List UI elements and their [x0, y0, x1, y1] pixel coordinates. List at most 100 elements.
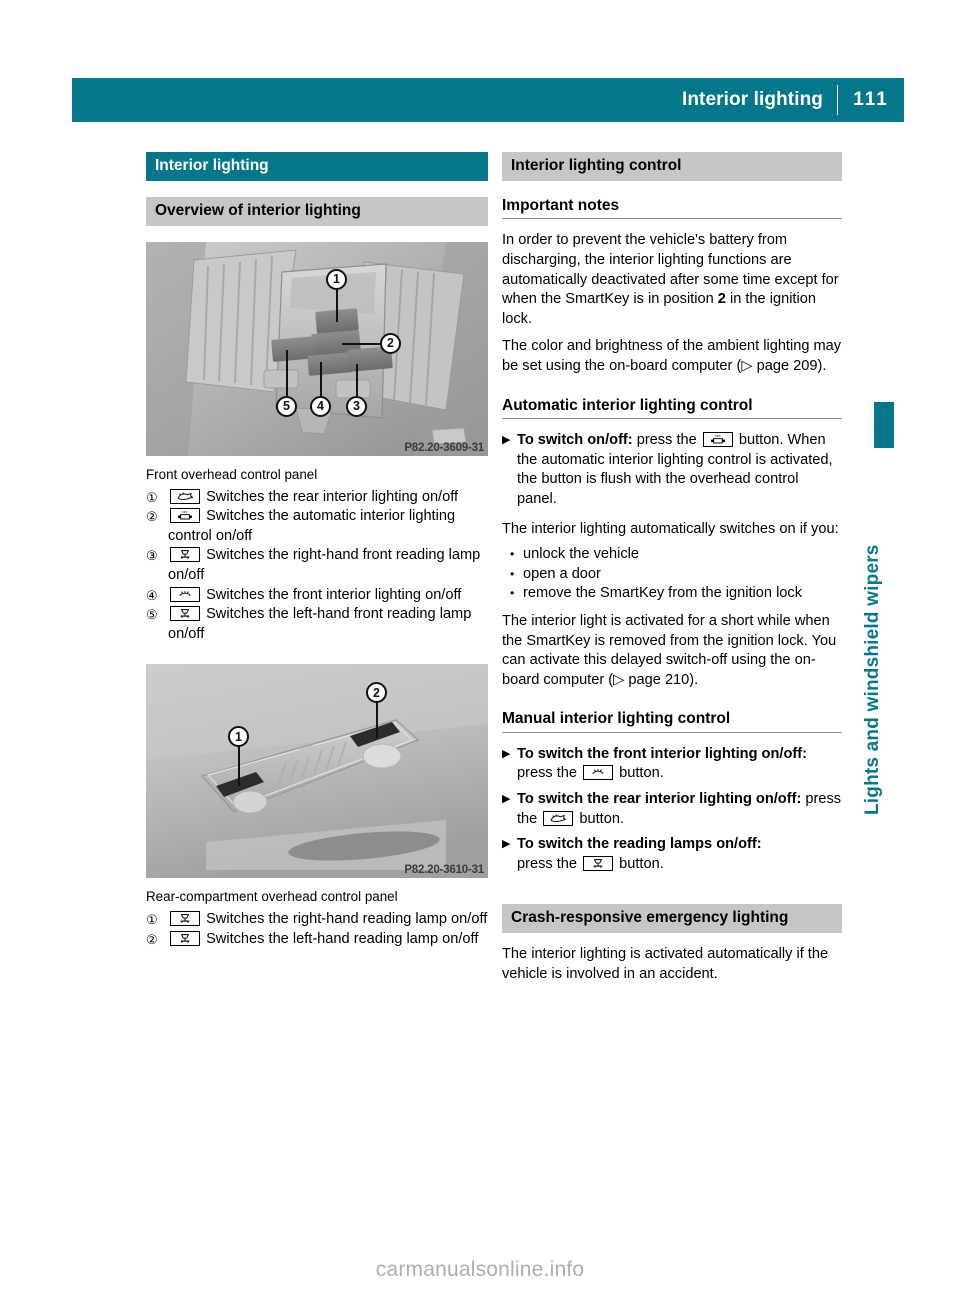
paragraph-battery-note: In order to prevent the vehicle's batter…	[502, 231, 842, 329]
callout-marker: ③	[146, 548, 158, 564]
step-triangle-icon: ▶	[502, 747, 511, 760]
step-triangle-icon: ▶	[502, 838, 511, 851]
section-banner-overview: Overview of interior lighting	[146, 196, 488, 226]
callout-marker: ⑤	[146, 607, 158, 623]
figure-callout-5: 5	[276, 395, 297, 417]
callout-marker: ②	[146, 931, 158, 947]
list-item: ② Switches the left-hand reading lamp on…	[146, 930, 488, 950]
figure-reference-code: P82.20-3610-31	[404, 864, 484, 877]
list-item-text: Switches the left-hand reading lamp on/o…	[206, 930, 479, 947]
list-item: ① Switches the right-hand reading lamp o…	[146, 910, 488, 930]
step-item: ▶ To switch on/off: press the OFF button…	[502, 431, 842, 509]
ignition-position-value: 2	[717, 291, 726, 308]
rear-interior-lamp-icon	[170, 488, 200, 504]
step-triangle-icon: ▶	[502, 793, 511, 806]
figure-callout-2: 2	[380, 332, 401, 354]
list-item: ③ Switches the right-hand front reading …	[146, 546, 488, 585]
step-label: To switch on/off:	[517, 432, 633, 449]
list-item: ④ Switches the front interior lighting o…	[146, 586, 488, 606]
callout-marker: ①	[146, 912, 158, 928]
step-text: press the	[517, 855, 582, 872]
leader-line-2	[376, 700, 378, 739]
reading-lamp-icon	[170, 911, 200, 927]
section-banner-crash-responsive: Crash-responsive emergency lighting	[502, 904, 842, 934]
step-item: ▶ To switch the front interior lighting …	[502, 745, 842, 784]
step-label: To switch the reading lamps on/off:	[517, 836, 762, 853]
list-item-text: Switches the rear interior lighting on/o…	[206, 488, 459, 505]
paragraph-text-tail: ).	[817, 357, 827, 374]
page-header-bar: Interior lighting 111	[72, 78, 904, 122]
front-interior-lamp-icon	[170, 586, 200, 602]
bullet-item: • remove the SmartKey from the ignition …	[502, 584, 842, 604]
list-item-text: Switches the right-hand front reading la…	[168, 547, 481, 583]
step-item: ▶ To switch the reading lamps on/off: pr…	[502, 835, 842, 874]
section-banner-interior-lighting: Interior lighting	[146, 152, 488, 181]
automatic-lighting-control-off-icon: OFF	[702, 432, 733, 448]
figure-callout-1: 1	[326, 268, 347, 290]
reading-lamp-icon	[170, 930, 200, 946]
page-number: 111	[853, 89, 889, 110]
step-text: press the	[517, 765, 582, 782]
callout-marker: ②	[146, 509, 158, 525]
right-column: Interior lighting control Important note…	[502, 152, 842, 984]
figure-rear-overhead-control-panel: 1 2 P82.20-3610-31	[146, 664, 488, 879]
footer-watermark: carmanualsonline.info	[375, 1258, 585, 1281]
list-item-text: Switches the front interior lighting on/…	[206, 586, 462, 603]
heading-important-notes: Important notes	[502, 197, 842, 220]
left-column: Interior lighting Overview of interior l…	[146, 152, 488, 950]
cross-reference-link[interactable]: ▷ page 209	[741, 358, 817, 374]
leader-line-2	[342, 342, 380, 345]
reading-lamp-icon	[583, 855, 614, 871]
list-item-text: Switches the right-hand reading lamp on/…	[206, 911, 488, 928]
bullet-item: • open a door	[502, 565, 842, 585]
leader-line-4	[320, 361, 322, 396]
figure-caption-rear-panel: Rear-compartment overhead control panel	[146, 889, 398, 905]
front-interior-lamp-icon	[583, 765, 614, 781]
automatic-lighting-control-off-icon: OFF	[170, 508, 200, 524]
callout-marker: ①	[146, 489, 158, 505]
step-text-tail: button.	[615, 855, 664, 872]
bullet-text: unlock the vehicle	[523, 546, 640, 563]
list-item: ① Switches the rear interior lighting on…	[146, 488, 488, 508]
rear-interior-lamp-icon	[543, 810, 574, 826]
heading-automatic-control: Automatic interior lighting control	[502, 397, 842, 420]
step-label: To switch the rear interior lighting on/…	[517, 791, 802, 808]
step-triangle-icon: ▶	[502, 434, 511, 447]
figure-callout-3: 3	[346, 395, 367, 417]
page-title: Interior lighting	[681, 89, 823, 110]
list-item-text: Switches the left-hand front reading lam…	[168, 606, 472, 642]
paragraph-delayed-switch-off: The interior light is activated for a sh…	[502, 612, 842, 690]
bullet-text: remove the SmartKey from the ignition lo…	[523, 585, 803, 602]
bullet-dot-icon: •	[510, 586, 515, 601]
step-text-tail: button.	[575, 810, 625, 827]
step-item: ▶ To switch the rear interior lighting o…	[502, 790, 842, 829]
figure-front-overhead-control-panel: 1 2 3 4 5 P82.20-3609-31	[146, 241, 488, 456]
list-item: ⑤ Switches the left-hand front reading l…	[146, 605, 488, 644]
bullet-dot-icon: •	[510, 566, 515, 581]
figure-reference-code: P82.20-3609-31	[404, 441, 484, 454]
list-item-text: Switches the automatic interior lighting…	[168, 508, 456, 544]
reading-lamp-icon	[170, 547, 200, 563]
paragraph-auto-switch-on: The interior lighting automatically swit…	[502, 520, 839, 537]
list-item: ② OFF Switches the automatic interior li…	[146, 507, 488, 546]
bullet-item: • unlock the vehicle	[502, 545, 842, 565]
cross-reference-link[interactable]: ▷ page 210	[613, 672, 689, 688]
figure-caption-front-panel: Front overhead control panel	[146, 466, 318, 482]
section-banner-interior-lighting-control: Interior lighting control	[502, 152, 842, 181]
step-text-tail: button.	[615, 765, 664, 782]
step-text: press the	[632, 432, 701, 449]
paragraph-crash-responsive: The interior lighting is activated autom…	[502, 946, 829, 982]
bullet-text: open a door	[523, 565, 601, 582]
svg-text:OFF: OFF	[182, 510, 188, 514]
leader-line-1	[336, 287, 338, 322]
bullet-dot-icon: •	[510, 547, 515, 562]
leader-line-3	[356, 363, 358, 396]
svg-text:OFF: OFF	[715, 434, 721, 438]
leader-line-5	[286, 349, 288, 396]
heading-manual-control: Manual interior lighting control	[502, 710, 842, 733]
callout-marker: ④	[146, 587, 158, 603]
side-tab-marker	[874, 402, 894, 448]
paragraph-ambient-lighting: The color and brightness of the ambient …	[502, 337, 842, 376]
step-label: To switch the front interior lighting on…	[517, 745, 807, 762]
leader-line-1	[238, 744, 240, 787]
